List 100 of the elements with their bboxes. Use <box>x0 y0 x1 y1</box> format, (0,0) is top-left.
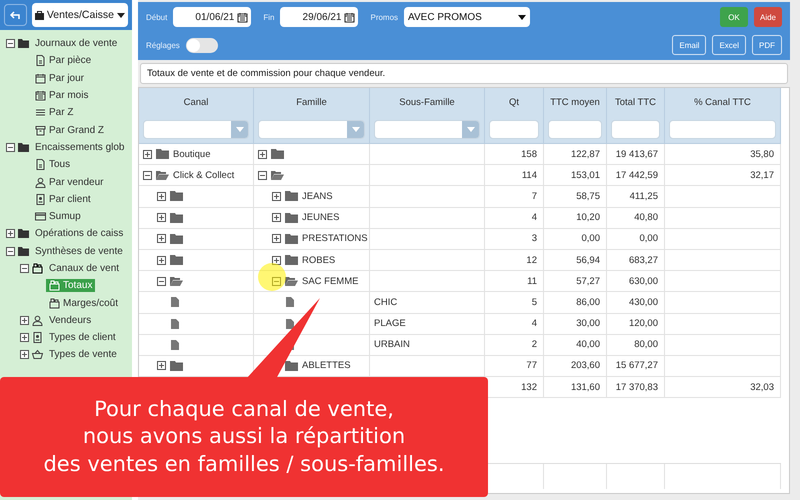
table-cell: 2 <box>485 334 544 356</box>
calendar-icon <box>344 12 356 22</box>
filter-field[interactable] <box>611 120 660 139</box>
promos-select[interactable]: AVEC PROMOS <box>404 7 530 27</box>
cell-text: ABLETTES <box>302 360 351 372</box>
end-date-field[interactable]: 29/06/21 <box>280 7 358 27</box>
tree-item[interactable]: Encaissements glob <box>32 140 128 154</box>
folder-icon <box>170 191 183 202</box>
filter-select[interactable] <box>143 120 249 139</box>
settings-switch[interactable] <box>186 38 218 52</box>
tree-item[interactable]: Opérations de caiss <box>32 227 126 240</box>
expand-icon <box>20 316 29 325</box>
collapse-icon <box>157 276 166 286</box>
start-label: Début <box>146 12 168 22</box>
table-cell: 35,80 <box>665 144 781 166</box>
tree-item[interactable]: Par client <box>32 192 94 206</box>
tree-item[interactable]: Vendeurs <box>46 314 94 327</box>
archive-icon <box>35 124 46 136</box>
table-cell: 5 <box>485 292 544 314</box>
start-date-field[interactable]: 01/06/21 <box>173 7 252 27</box>
table-cell: 86,00 <box>544 292 607 314</box>
table-cell: 4 <box>485 314 544 335</box>
folder-icon <box>18 246 29 257</box>
callout-text: Pour chaque canal de vente, nous avons aussi la répartition des ventes en familles / sous-familles. <box>43 396 445 478</box>
folder-icon <box>170 234 183 244</box>
table-cell: 56,94 <box>544 250 607 272</box>
table-cell: 77 <box>485 356 544 378</box>
id-card-icon <box>35 194 46 205</box>
table-cell: 158 <box>485 144 544 166</box>
document-icon <box>35 159 46 170</box>
tree-item[interactable]: Par Z <box>32 106 76 120</box>
caret-icon <box>466 127 474 132</box>
caret-icon <box>518 14 526 20</box>
table-cell: 3 <box>485 228 544 250</box>
table-cell: 30,00 <box>544 314 607 335</box>
tree-item[interactable]: Par jour <box>32 72 88 85</box>
file-icon <box>171 340 179 350</box>
expand-icon <box>157 213 166 222</box>
tree-item[interactable]: Marges/coût <box>46 296 122 310</box>
table-cell: 15 677,27 <box>607 356 665 378</box>
folder-icon <box>170 212 183 223</box>
description-text: Totaux de vente et de commission pour chaque vendeur. <box>140 63 788 84</box>
expand-icon <box>272 192 281 201</box>
settings-label: Réglages <box>146 40 180 50</box>
table-cell: 0,00 <box>544 228 607 250</box>
expand-icon <box>157 256 166 265</box>
folder-icon <box>285 360 298 371</box>
tree-item[interactable]: Types de client <box>46 331 119 344</box>
tree-item[interactable]: Sumup <box>32 210 84 224</box>
cell-text: Click & Collect <box>173 170 234 181</box>
cell-text: JEUNES <box>302 212 340 224</box>
tree-item[interactable]: Par vendeur <box>32 176 106 189</box>
filter-field[interactable] <box>548 120 602 139</box>
tree-item[interactable]: Synthèses de vente <box>32 244 126 258</box>
cell-text: PLAGE <box>374 318 406 330</box>
folder-icon <box>285 191 298 202</box>
tree-item[interactable]: Par pièce <box>32 54 94 68</box>
shop-icon <box>32 263 43 274</box>
table-cell: 630,00 <box>607 271 665 292</box>
folder-icon <box>285 234 298 244</box>
filter-field[interactable] <box>489 120 539 139</box>
tree-item[interactable]: Canaux de vent <box>46 262 122 275</box>
folder-icon <box>18 228 29 240</box>
filter-field[interactable] <box>669 120 776 139</box>
list-icon <box>35 107 46 118</box>
end-label: Fin <box>263 12 274 22</box>
filter-select[interactable] <box>258 120 365 139</box>
tree-item[interactable]: Types de vente <box>46 348 120 362</box>
open-folder-icon <box>170 276 183 286</box>
cell-text: Boutique <box>173 148 211 160</box>
section-select[interactable]: Ventes/Caisse <box>32 3 128 27</box>
collapse-icon <box>6 142 15 152</box>
collapse-icon <box>258 170 267 180</box>
tree-item[interactable]: Journaux de vente <box>32 37 120 50</box>
table-cell: 58,75 <box>544 186 607 208</box>
expand-icon <box>143 150 152 159</box>
file-icon <box>286 297 294 308</box>
folder-icon <box>170 360 183 371</box>
tree-item[interactable]: Par Grand Z <box>32 124 108 137</box>
table-cell: 131,60 <box>544 377 607 398</box>
expand-icon <box>272 213 281 222</box>
table-cell: 4 <box>485 208 544 229</box>
expand-icon <box>20 350 29 360</box>
expand-icon <box>258 150 267 159</box>
tree-item[interactable]: Tous <box>32 158 74 172</box>
table-cell: 17 442,59 <box>607 165 665 186</box>
open-folder-icon <box>271 170 284 180</box>
table-cell: 122,87 <box>544 144 607 166</box>
back-button[interactable] <box>4 4 27 26</box>
basket-icon <box>32 349 43 360</box>
back-arrow-icon <box>10 11 20 19</box>
tree-item[interactable]: Par mois <box>32 89 92 102</box>
document-icon <box>35 55 46 66</box>
expand-icon <box>272 256 281 265</box>
table-cell: 203,60 <box>544 356 607 378</box>
expand-icon <box>157 192 166 201</box>
filter-select[interactable] <box>374 120 480 139</box>
table-cell: 411,25 <box>607 186 665 208</box>
help-button[interactable]: Aide <box>754 7 782 27</box>
caret-icon <box>236 127 244 132</box>
